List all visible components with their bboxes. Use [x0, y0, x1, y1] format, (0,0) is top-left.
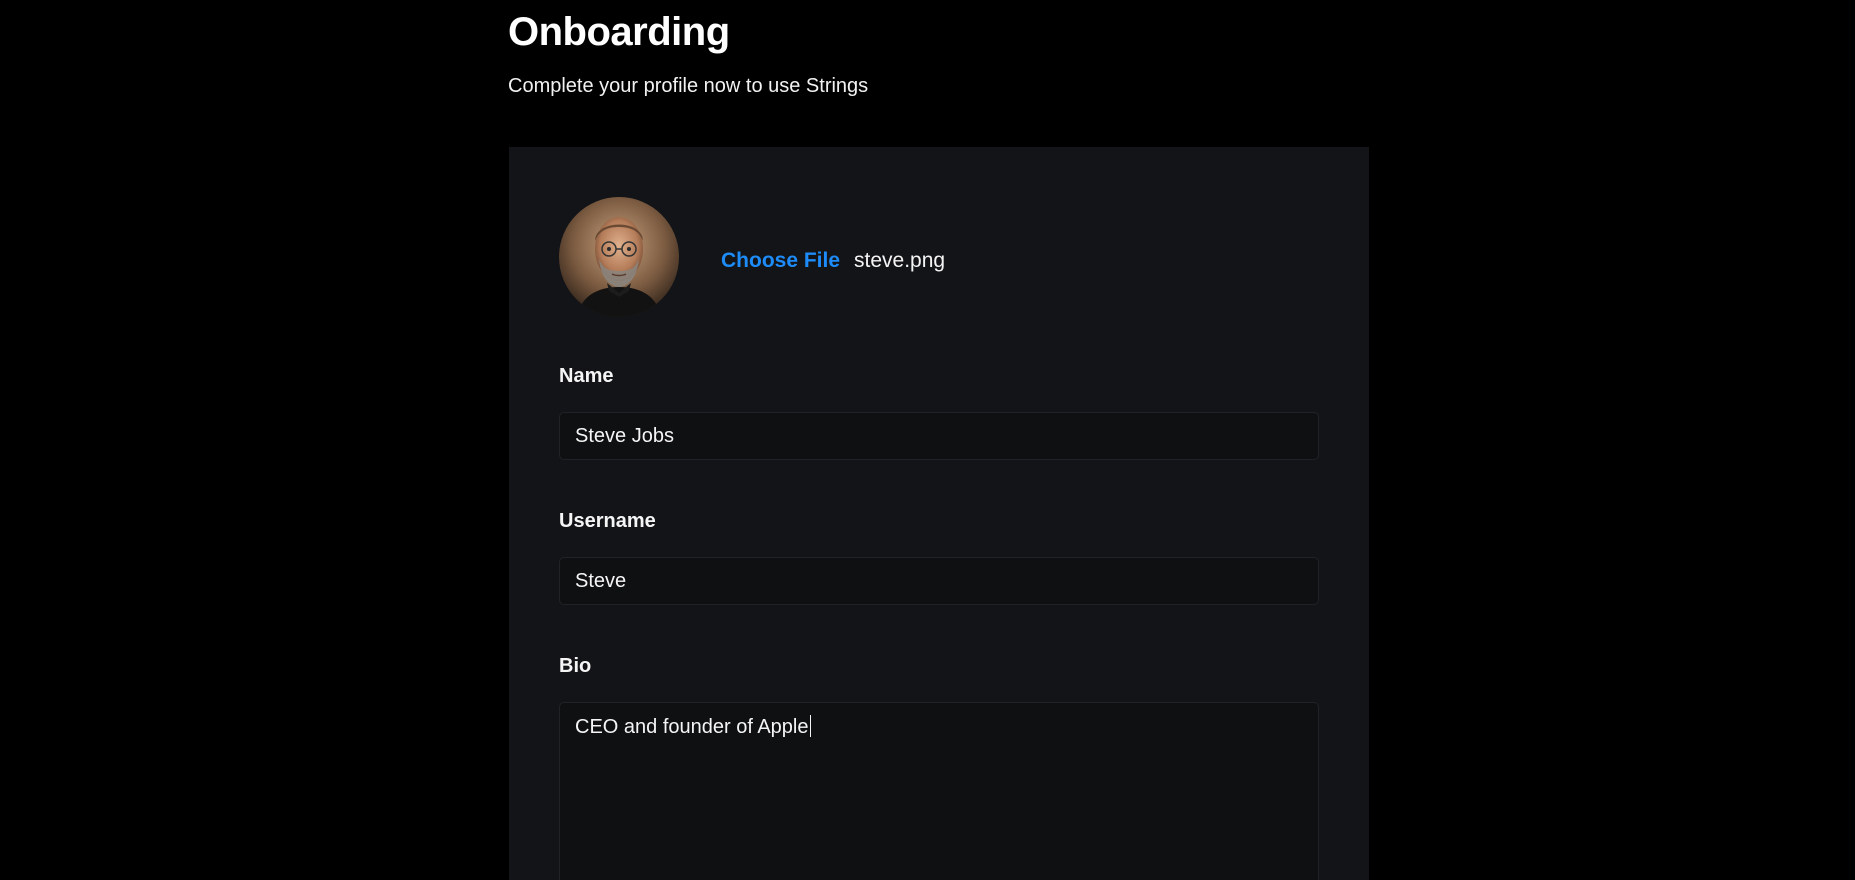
page-header: Onboarding Complete your profile now to … [508, 0, 868, 98]
selected-file-name: steve.png [854, 249, 946, 272]
text-cursor [809, 715, 811, 737]
page-subtitle: Complete your profile now to use Strings [508, 75, 869, 97]
avatar-portrait-image [559, 197, 679, 317]
name-field-value: Steve Jobs [575, 424, 674, 447]
profile-photo-row: Choose File steve.png [559, 197, 945, 317]
choose-file-button[interactable]: Choose File [721, 249, 840, 273]
username-label: Username [559, 510, 656, 532]
avatar [559, 197, 679, 317]
page-title: Onboarding [508, 10, 730, 54]
file-upload-control[interactable]: Choose File steve.png [721, 249, 945, 273]
bio-textarea[interactable]: CEO and founder of Apple [559, 702, 1319, 880]
bio-textarea-value: CEO and founder of Apple [575, 716, 809, 738]
username-field[interactable]: Steve [559, 557, 1319, 605]
bio-label: Bio [559, 655, 592, 677]
onboarding-page: Onboarding Complete your profile now to … [0, 0, 1855, 880]
username-field-value: Steve [575, 569, 627, 592]
profile-form: Choose File steve.png Name Steve Jobs Us… [509, 147, 1369, 880]
name-field[interactable]: Steve Jobs [559, 412, 1319, 460]
name-label: Name [559, 365, 614, 387]
